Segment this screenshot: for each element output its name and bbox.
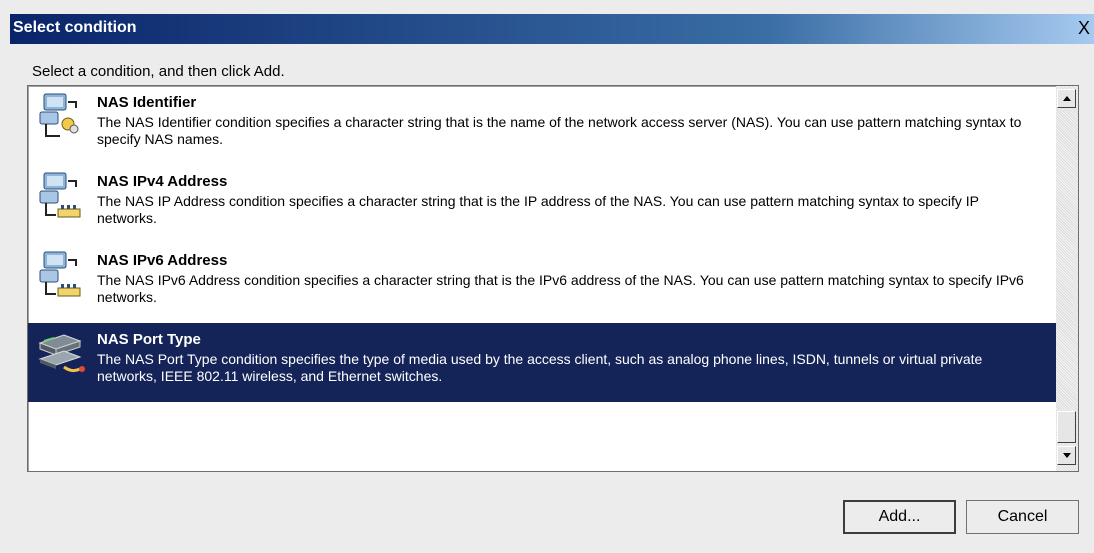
list-item-nas-ipv4-address[interactable]: NAS IPv4 Address The NAS IP Address cond…: [28, 165, 1056, 244]
condition-name: NAS Port Type: [97, 331, 201, 348]
instruction-text: Select a condition, and then click Add.: [32, 63, 285, 80]
close-button[interactable]: X: [1074, 16, 1094, 40]
list-item-nas-identifier[interactable]: NAS Identifier The NAS Identifier condit…: [28, 86, 1056, 165]
arrow-down-icon: [1063, 453, 1071, 458]
condition-items: NAS Identifier The NAS Identifier condit…: [28, 86, 1056, 402]
dialog-title: Select condition: [13, 19, 137, 36]
list-item-nas-port-type[interactable]: NAS Port Type The NAS Port Type conditio…: [28, 323, 1056, 402]
scroll-up-button[interactable]: [1057, 89, 1076, 108]
port-type-icon: [38, 334, 85, 373]
condition-name: NAS IPv6 Address: [97, 252, 228, 269]
network-computer-icon: [39, 93, 79, 137]
condition-list[interactable]: NAS Identifier The NAS Identifier condit…: [27, 85, 1079, 472]
condition-description: The NAS Port Type condition specifies th…: [97, 351, 983, 384]
condition-description: The NAS IPv6 Address condition specifies…: [97, 272, 1024, 305]
condition-name: NAS IPv4 Address: [97, 173, 228, 190]
cancel-button[interactable]: Cancel: [966, 500, 1079, 534]
title-bar: Select condition: [10, 14, 1094, 44]
scrollbar-thumb[interactable]: [1057, 411, 1076, 443]
scroll-down-button[interactable]: [1057, 446, 1076, 465]
select-condition-dialog: Select condition X Select a condition, a…: [0, 0, 1094, 553]
condition-name: NAS Identifier: [97, 94, 197, 111]
vertical-scrollbar[interactable]: [1056, 86, 1078, 471]
condition-description: The NAS IP Address condition specifies a…: [97, 193, 979, 226]
list-item-nas-ipv6-address[interactable]: NAS IPv6 Address The NAS IPv6 Address co…: [28, 244, 1056, 323]
condition-description: The NAS Identifier condition specifies a…: [97, 114, 1022, 147]
network-address-icon: [39, 251, 81, 297]
network-address-icon: [39, 172, 81, 218]
add-button[interactable]: Add...: [843, 500, 956, 534]
arrow-up-icon: [1063, 96, 1071, 101]
